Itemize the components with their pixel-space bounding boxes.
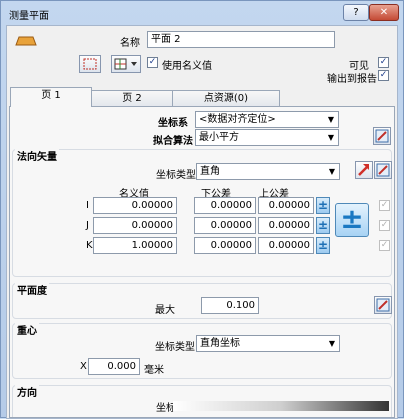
plane-feature-icon: [15, 36, 37, 46]
output-report-label: 输出到报告: [327, 74, 377, 85]
row-j-checkbox[interactable]: ✓: [379, 220, 390, 231]
lower-i-input[interactable]: 0.00000: [194, 197, 256, 214]
coordinate-system-select[interactable]: <数据对齐定位> ▼: [195, 111, 339, 128]
centroid-x-input[interactable]: 0.000: [88, 358, 140, 375]
dotted-box-icon: [83, 58, 97, 70]
centroid-x-label: X: [80, 361, 87, 372]
flatness-max-input[interactable]: 0.100: [201, 297, 259, 314]
edit-icon: [375, 129, 389, 143]
direction-group: 方向 坐标: [12, 384, 392, 417]
spin-i-button[interactable]: ±: [316, 197, 330, 214]
upper-i-input[interactable]: 0.00000: [258, 197, 314, 214]
window-title: 测量平面: [9, 11, 49, 22]
nominal-j-input[interactable]: 0.00000: [93, 217, 177, 234]
spin-k-button[interactable]: ±: [316, 237, 330, 254]
display-mode-dropdown[interactable]: [111, 55, 141, 73]
tab-page1[interactable]: 页 1: [10, 87, 92, 107]
fit-algorithm-select[interactable]: 最小平方 ▼: [195, 129, 339, 146]
normal-vector-group: 法向矢量 坐标类型 直角 ▼ 名义值 下公差 上公差 I 0.00000 0.0…: [12, 148, 392, 277]
name-label: 名称: [120, 38, 140, 49]
upper-j-input[interactable]: 0.00000: [258, 217, 314, 234]
direction-title: 方向: [15, 384, 39, 399]
spin-j-button[interactable]: ±: [316, 217, 330, 234]
row-i-checkbox[interactable]: ✓: [379, 200, 390, 211]
normal-edit-button[interactable]: [374, 161, 392, 179]
edit-icon: [376, 298, 390, 312]
lower-j-input[interactable]: 0.00000: [194, 217, 256, 234]
axis-label-j: J: [86, 220, 89, 231]
axis-label-k: K: [86, 240, 93, 251]
help-button[interactable]: ?: [343, 4, 369, 21]
normal-vector-title: 法向矢量: [15, 148, 59, 163]
tab-strip: 页 1 页 2 点资源(0): [7, 86, 399, 107]
name-input[interactable]: 平面 2: [147, 31, 335, 48]
dialog-client: 名称 平面 2 ✓ 使用名义值 可见 ✓ 输出到报告 ✓ 页 1 页 2 点资源…: [6, 25, 398, 419]
centroid-unit-label: 毫米: [144, 365, 164, 376]
visible-checkbox[interactable]: ✓: [378, 57, 389, 68]
flatness-title: 平面度: [15, 282, 49, 297]
nominal-i-input[interactable]: 0.00000: [93, 197, 177, 214]
use-nominal-checkbox[interactable]: ✓: [147, 57, 158, 68]
tab-point-resources[interactable]: 点资源(0): [172, 90, 280, 107]
normal-coord-type-label: 坐标类型: [156, 170, 196, 181]
direction-gradient-bar: [173, 401, 389, 411]
fit-algorithm-label: 拟合算法: [153, 136, 193, 147]
use-nominal-label: 使用名义值: [162, 61, 212, 72]
flatness-group: 平面度 最大 0.100: [12, 282, 392, 319]
axis-label-i: I: [86, 200, 89, 211]
red-arrow-icon: [358, 164, 369, 176]
fit-settings-button[interactable]: [373, 127, 391, 145]
row-k-checkbox[interactable]: ✓: [379, 240, 390, 251]
apply-tolerance-button[interactable]: ±: [335, 203, 369, 237]
tab-panel-page1: 坐标系 <数据对齐定位> ▼ 拟合算法 最小平方 ▼ 法向矢量 坐标类型 直角 …: [9, 106, 395, 418]
grid-dropdown-icon: [114, 58, 137, 70]
measure-plane-dialog: 测量平面 ? ✕ 名称 平面 2 ✓ 使用名义值 可见 ✓ 输出到报告 ✓ 页 …: [0, 0, 404, 419]
chevron-down-icon: ▼: [327, 115, 334, 124]
edit-icon: [376, 163, 390, 177]
upper-k-input[interactable]: 0.00000: [258, 237, 314, 254]
chevron-down-icon: ▼: [328, 339, 335, 348]
title-bar: 测量平面 ? ✕: [1, 1, 403, 25]
output-report-checkbox[interactable]: ✓: [378, 70, 389, 81]
centroid-title: 重心: [15, 322, 39, 337]
chevron-down-icon: ▼: [327, 133, 334, 142]
centroid-coord-type-select[interactable]: 直角坐标 ▼: [196, 335, 340, 352]
centroid-coord-type-label: 坐标类型: [155, 342, 195, 353]
close-button[interactable]: ✕: [369, 4, 399, 21]
lower-k-input[interactable]: 0.00000: [194, 237, 256, 254]
tab-page2[interactable]: 页 2: [91, 90, 173, 107]
normal-coord-type-select[interactable]: 直角 ▼: [196, 163, 340, 180]
nominal-k-input[interactable]: 1.00000: [93, 237, 177, 254]
centroid-group: 重心 坐标类型 直角坐标 ▼ X 0.000 毫米: [12, 322, 392, 379]
normal-arrow-button[interactable]: [355, 161, 373, 179]
flatness-max-label: 最大: [155, 305, 175, 316]
coordinate-system-label: 坐标系: [158, 118, 188, 129]
chevron-down-icon: ▼: [328, 167, 335, 176]
point-select-button[interactable]: [79, 55, 101, 73]
flatness-edit-button[interactable]: [374, 296, 392, 314]
